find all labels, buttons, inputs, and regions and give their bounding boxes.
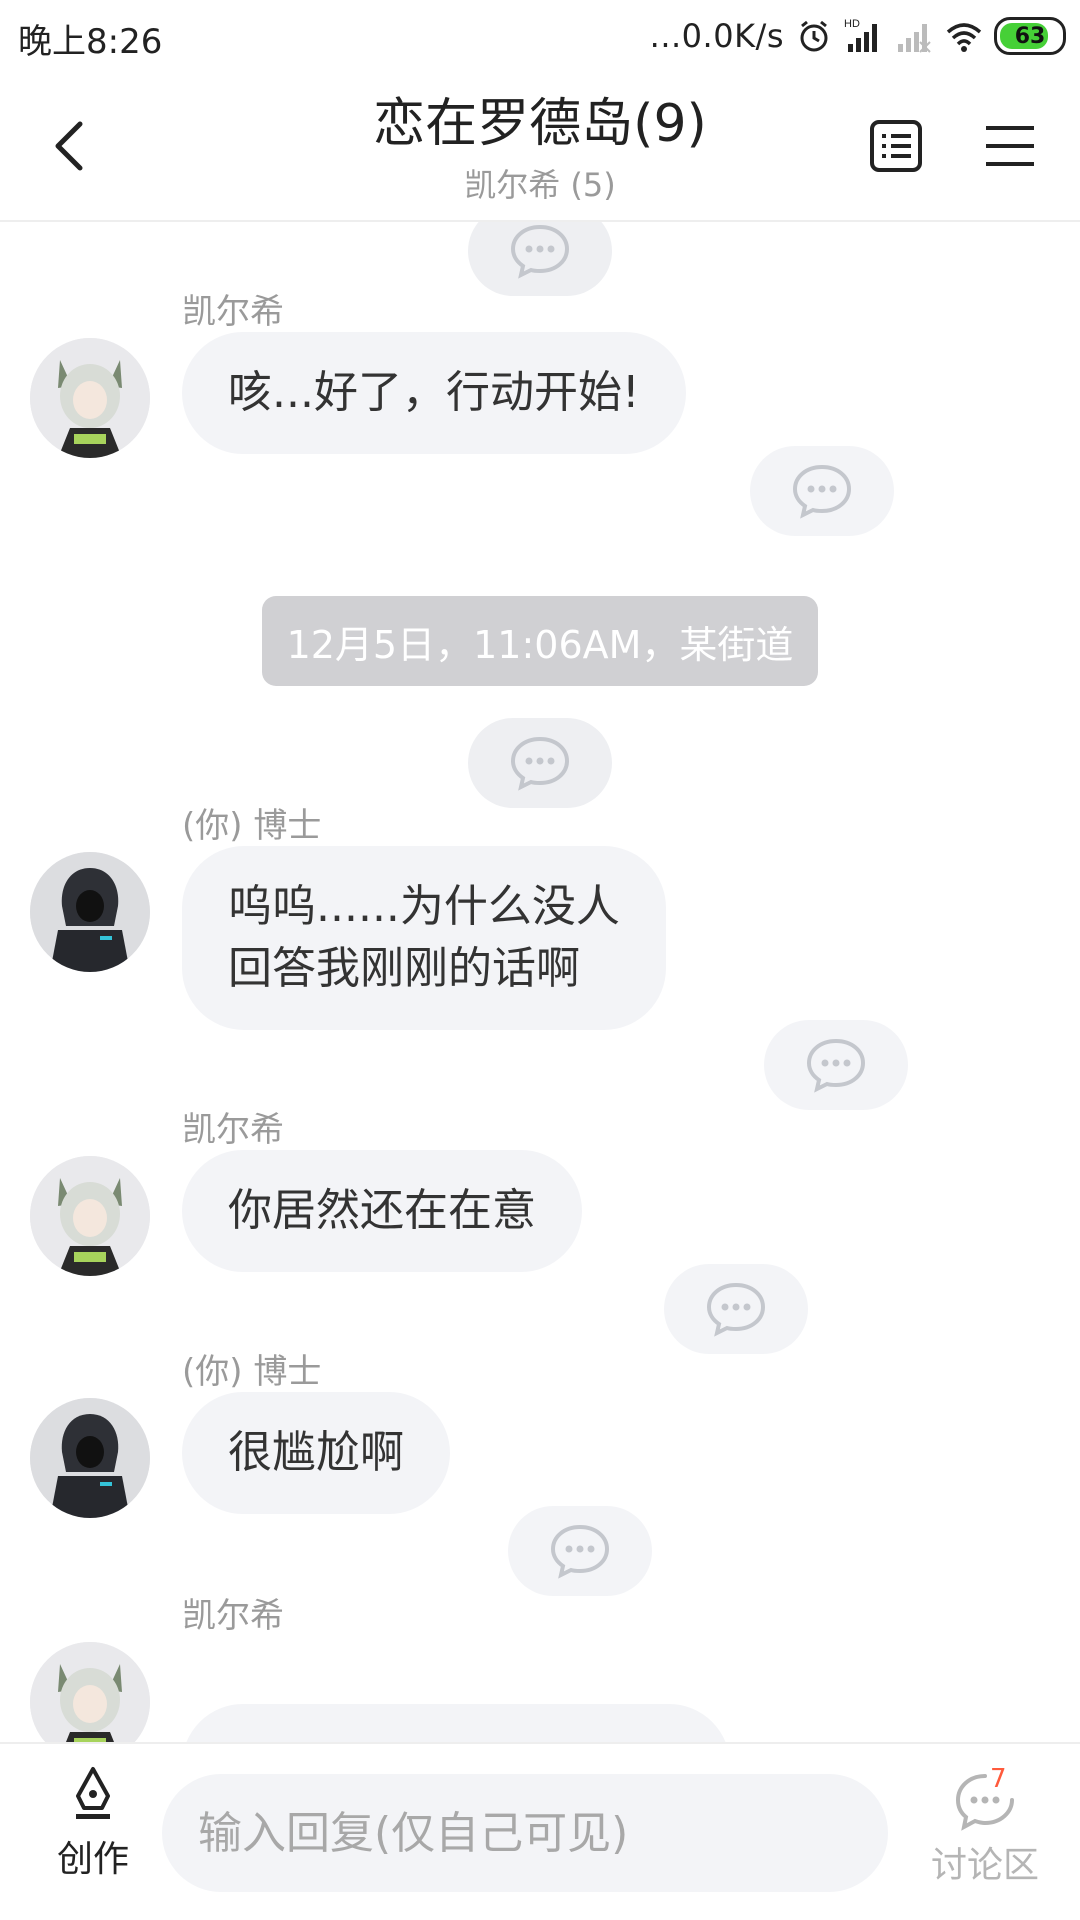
hd-signal-icon: HD bbox=[844, 16, 884, 56]
message-bubble[interactable]: 呜呜......为什么没人 回答我刚刚的话啊 bbox=[182, 846, 666, 1030]
network-speed: ...0.0K/s bbox=[649, 17, 784, 55]
page-subtitle: 凯尔希 (5) bbox=[464, 166, 616, 204]
comment-icon bbox=[510, 224, 570, 279]
status-bar: 晚上8:26 ...0.0K/s HD 63 bbox=[0, 0, 1080, 72]
message-text: 很尴尬啊 bbox=[228, 1427, 404, 1478]
message-bubble[interactable]: 你居然还在在意 bbox=[182, 1150, 582, 1272]
create-label: 创作 bbox=[56, 1839, 129, 1880]
bottom-bar: 创作 7 讨论区 bbox=[0, 1742, 1080, 1920]
comment-button[interactable] bbox=[764, 1020, 908, 1110]
menu-button[interactable] bbox=[980, 116, 1040, 176]
reply-input[interactable] bbox=[162, 1774, 888, 1892]
chat-screen: 晚上8:26 ...0.0K/s HD 63 恋在罗德岛(9) 凯尔希 (5) … bbox=[0, 0, 1080, 1920]
wifi-icon bbox=[944, 16, 984, 56]
comment-icon bbox=[550, 1524, 610, 1579]
message-bubble[interactable] bbox=[182, 1704, 730, 1742]
avatar-kaltsit[interactable] bbox=[30, 1642, 150, 1742]
back-arrow-icon bbox=[55, 121, 83, 171]
comment-button[interactable] bbox=[468, 718, 612, 808]
alarm-icon bbox=[794, 16, 834, 56]
avatar-doctor[interactable] bbox=[30, 1398, 150, 1518]
sender-name: (你) 博士 bbox=[182, 806, 322, 846]
page-title: 恋在罗德岛(9) bbox=[373, 94, 707, 154]
comment-button[interactable] bbox=[750, 446, 894, 536]
battery-level: 63 bbox=[1014, 23, 1046, 49]
message-text-line: 回答我刚刚的话啊 bbox=[228, 943, 580, 994]
title-block: 恋在罗德岛(9) 凯尔希 (5) bbox=[200, 90, 880, 206]
no-signal-icon bbox=[894, 16, 934, 56]
comment-icon bbox=[792, 464, 852, 519]
comment-icon bbox=[806, 1038, 866, 1093]
back-button[interactable] bbox=[40, 116, 100, 176]
comment-icon bbox=[510, 736, 570, 791]
battery-icon: 63 bbox=[994, 17, 1066, 55]
sender-name: 凯尔希 bbox=[182, 1110, 284, 1150]
status-time: 晚上8:26 bbox=[18, 22, 163, 62]
avatar-doctor[interactable] bbox=[30, 852, 150, 972]
chat-area[interactable]: 凯尔希 咳...好了，行动开始! 12月5日，11:06AM，某街道 (你) 博… bbox=[0, 222, 1080, 1742]
discussion-label: 讨论区 bbox=[930, 1845, 1039, 1886]
avatar-kaltsit[interactable] bbox=[30, 338, 150, 458]
discussion-icon bbox=[955, 1774, 1014, 1831]
comment-button[interactable] bbox=[664, 1264, 808, 1354]
svg-text:HD: HD bbox=[844, 18, 860, 30]
menu-icon bbox=[986, 126, 1034, 166]
list-button[interactable] bbox=[866, 116, 926, 176]
sender-name: 凯尔希 bbox=[182, 292, 284, 332]
comment-button[interactable] bbox=[508, 1506, 652, 1596]
discussion-button[interactable]: 7 讨论区 bbox=[920, 1764, 1050, 1888]
message-bubble[interactable]: 很尴尬啊 bbox=[182, 1392, 450, 1514]
message-text: 咳...好了，行动开始! bbox=[228, 367, 640, 418]
message-text-line: 呜呜......为什么没人 bbox=[228, 881, 620, 932]
scene-timestamp: 12月5日，11:06AM，某街道 bbox=[262, 596, 818, 686]
list-icon bbox=[870, 120, 922, 172]
pen-nib-icon bbox=[76, 1767, 110, 1819]
avatar-kaltsit[interactable] bbox=[30, 1156, 150, 1276]
status-icons: ...0.0K/s HD 63 bbox=[650, 10, 1066, 62]
discussion-badge: 7 bbox=[990, 1764, 1007, 1794]
sender-name: 凯尔希 bbox=[182, 1596, 284, 1636]
comment-icon bbox=[706, 1282, 766, 1337]
create-button[interactable]: 创作 bbox=[48, 1766, 138, 1882]
message-text: 你居然还在在意 bbox=[228, 1185, 536, 1236]
comment-button[interactable] bbox=[468, 222, 612, 296]
chat-header: 恋在罗德岛(9) 凯尔希 (5) bbox=[0, 72, 1080, 222]
message-bubble[interactable]: 咳...好了，行动开始! bbox=[182, 332, 686, 454]
sender-name: (你) 博士 bbox=[182, 1352, 322, 1392]
